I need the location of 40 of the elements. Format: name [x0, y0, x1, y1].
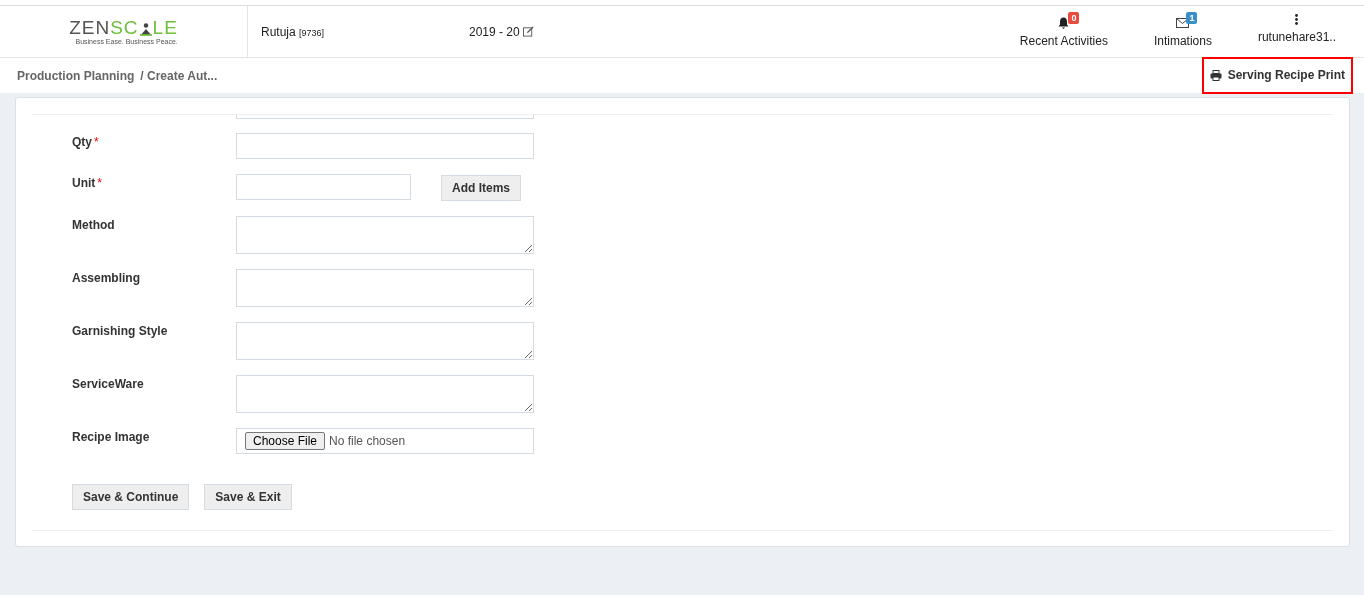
printer-icon	[1209, 69, 1222, 81]
field-label: Assembling	[72, 271, 140, 285]
file-field[interactable]: Choose File No file chosen	[236, 428, 534, 454]
user-name: Rutuja [9736]	[261, 24, 326, 39]
breadcrumb-item[interactable]: Production Planning	[17, 68, 135, 83]
header-action[interactable]: rutunehare31..	[1249, 13, 1344, 50]
required-mark: *	[94, 135, 99, 149]
action-label: Recent Activities	[1019, 34, 1108, 48]
bell-icon	[1058, 17, 1070, 29]
action-label: rutunehare31..	[1257, 30, 1336, 44]
field-label: Unit	[72, 176, 96, 190]
input-field[interactable]	[236, 115, 534, 119]
edit-icon[interactable]	[522, 26, 534, 37]
required-mark: *	[97, 176, 102, 190]
print-button[interactable]: Serving Recipe Print	[1201, 57, 1353, 94]
financial-year: 2019 - 20	[469, 24, 520, 39]
field-label: ServiceWare	[72, 377, 144, 391]
header-action[interactable]: 1 Intimations	[1145, 13, 1220, 50]
input-field[interactable]	[236, 174, 411, 200]
text-area[interactable]	[236, 216, 534, 254]
field-label: Recipe Image	[72, 430, 150, 444]
more-icon	[1295, 13, 1299, 25]
count-badge: 1	[1186, 12, 1198, 24]
field-label: Qty	[72, 135, 92, 149]
input-field[interactable]	[236, 133, 534, 159]
header-action[interactable]: 0 Recent Activities	[1011, 13, 1116, 50]
add-items-button[interactable]: Add Items	[441, 175, 521, 201]
text-area[interactable]	[236, 322, 534, 360]
file-status: No file chosen	[329, 434, 406, 448]
text-area[interactable]	[236, 269, 534, 307]
action-label: Intimations	[1153, 34, 1212, 48]
choose-file-button[interactable]: Choose File	[245, 432, 326, 450]
save-button[interactable]: Save & Exit	[204, 484, 292, 510]
field-label: Garnishing Style	[72, 324, 168, 338]
save-button[interactable]: Save & Continue	[72, 484, 190, 510]
text-area[interactable]	[236, 375, 534, 413]
field-label: Method	[72, 218, 115, 232]
breadcrumb-item: / Create Aut...	[140, 68, 218, 83]
envelope-icon	[1176, 18, 1190, 28]
count-badge: 0	[1068, 12, 1080, 24]
